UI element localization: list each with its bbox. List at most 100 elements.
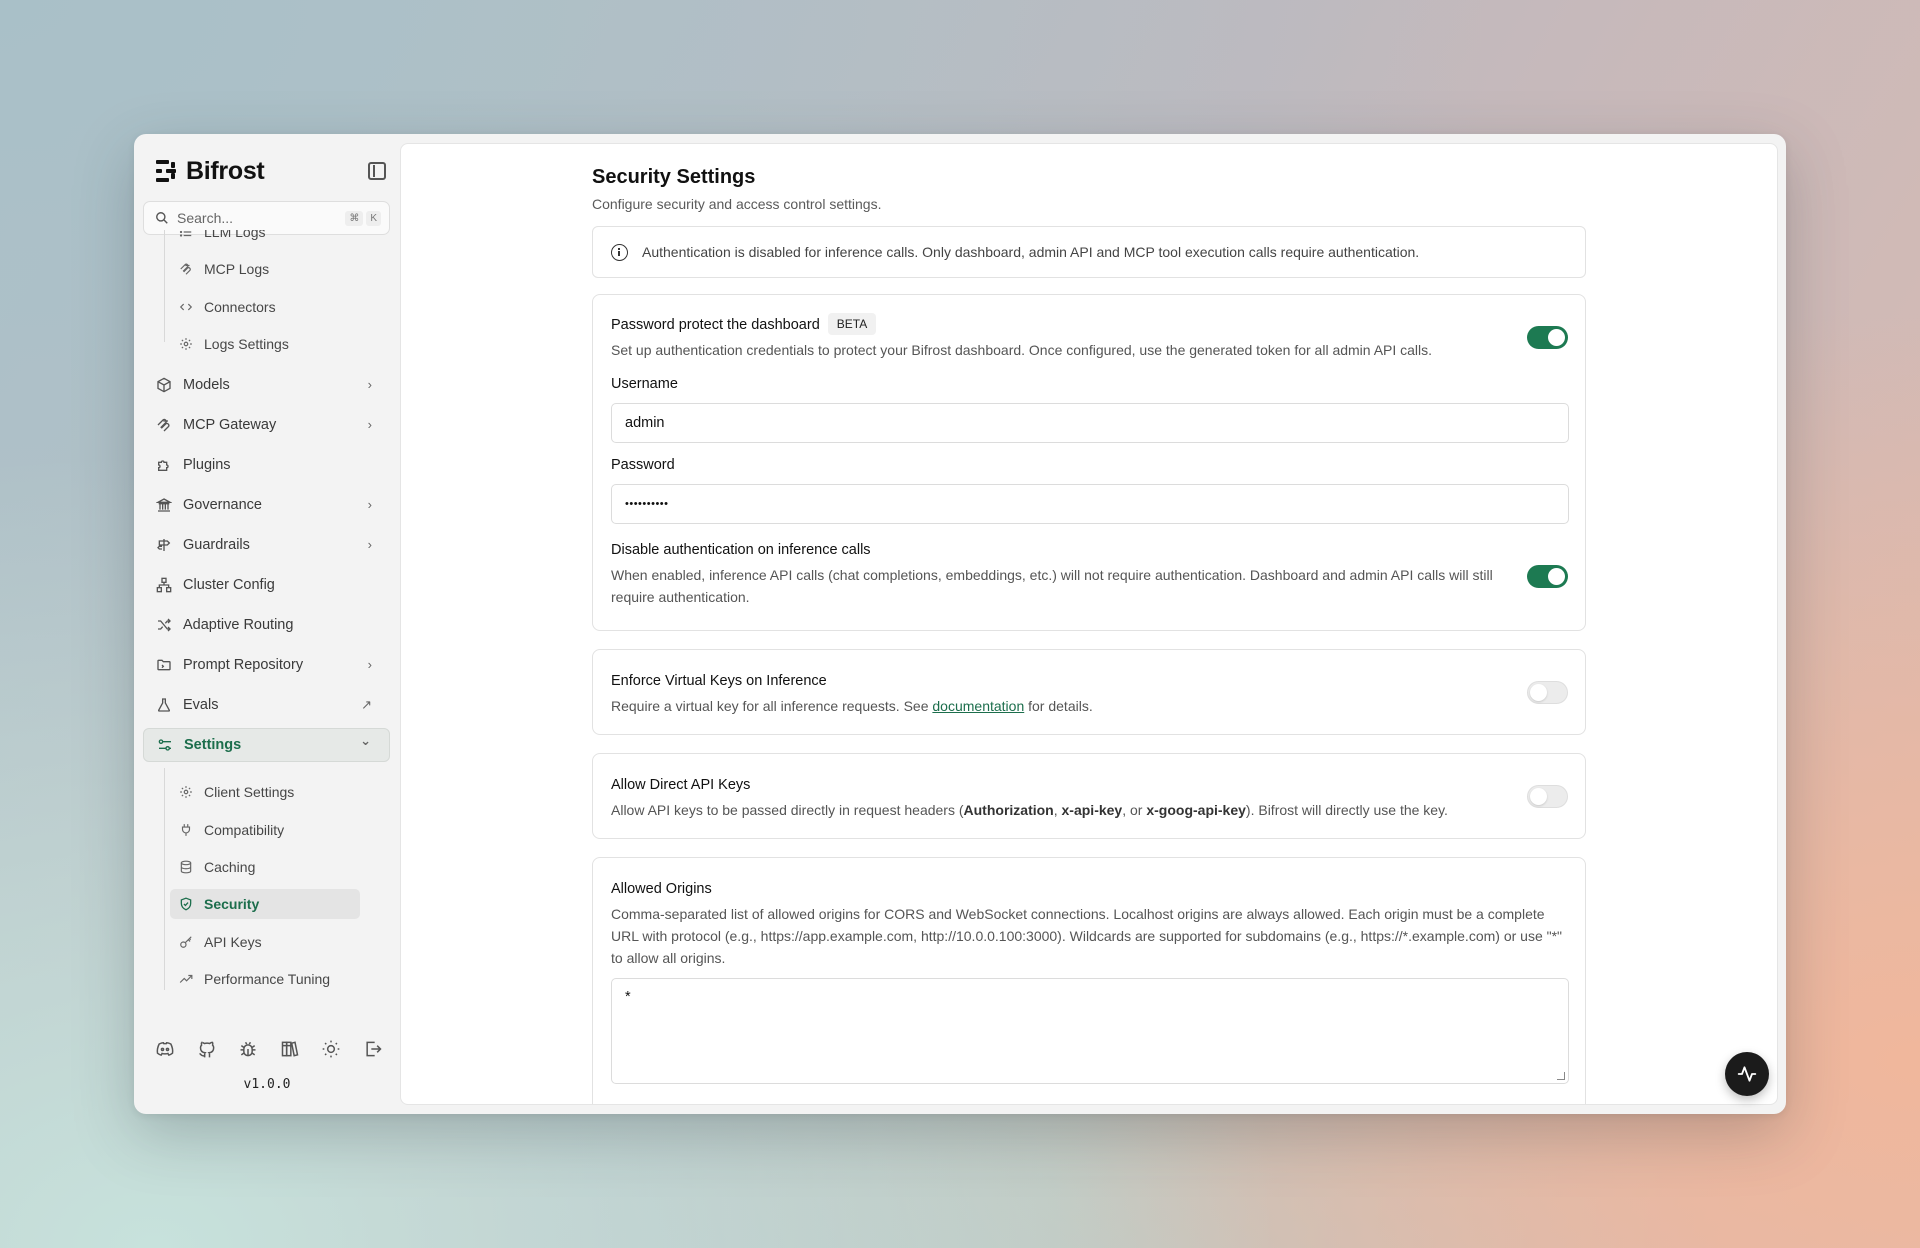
sidebar-item-plugins[interactable]: Plugins — [143, 449, 390, 481]
shortcut-key: K — [366, 210, 381, 226]
header-name: Authorization — [963, 802, 1054, 818]
sidebar-item-label: Evals — [183, 697, 219, 713]
username-field[interactable]: admin — [611, 403, 1569, 443]
code-arrows-icon — [178, 299, 194, 315]
database-icon — [178, 859, 194, 875]
allowed-origins-card: Allowed Origins Comma-separated list of … — [592, 857, 1586, 1104]
card-title: Password protect the dashboard — [611, 317, 820, 333]
sidebar-collapse-icon[interactable] — [368, 162, 386, 180]
sidebar-item-settings[interactable]: Settings ⌄ — [143, 728, 390, 762]
password-protect-toggle[interactable] — [1527, 326, 1568, 349]
allow-direct-api-keys-title: Allow Direct API Keys — [611, 777, 751, 793]
desc-text: Allow API keys to be passed directly in … — [611, 802, 964, 818]
allowed-origins-title: Allowed Origins — [611, 881, 712, 897]
password-protect-description: Set up authentication credentials to pro… — [611, 342, 1433, 358]
desc-text: Require a virtual key for all inference … — [611, 698, 933, 714]
github-icon[interactable] — [196, 1038, 218, 1060]
sidebar-item-mcp-gateway[interactable]: MCP Gateway › — [143, 409, 390, 441]
sidebar-item-mcp-logs[interactable]: MCP Logs — [170, 254, 360, 284]
sidebar-item-client-settings[interactable]: Client Settings — [170, 777, 360, 807]
sidebar-item-label: MCP Gateway — [183, 417, 277, 433]
list-icon — [178, 230, 194, 240]
page-title: Security Settings — [592, 166, 756, 188]
desc-text: , or — [1122, 802, 1147, 818]
gear-icon — [178, 336, 194, 352]
enforce-virtual-keys-card: Enforce Virtual Keys on Inference Requir… — [592, 649, 1586, 735]
sidebar-item-label: Prompt Repository — [183, 657, 304, 673]
activity-fab-button[interactable] — [1725, 1052, 1769, 1096]
enforce-virtual-keys-toggle[interactable] — [1527, 681, 1568, 704]
header-name: x-goog-api-key — [1146, 802, 1246, 818]
logo[interactable]: Bifrost — [156, 154, 386, 188]
sidebar-item-label: Connectors — [204, 299, 276, 315]
external-link-icon: ↗ — [361, 697, 372, 712]
password-field[interactable]: •••••••••• — [611, 484, 1569, 524]
sidebar-item-performance-tuning[interactable]: Performance Tuning — [170, 964, 360, 990]
sidebar-item-prompt-repository[interactable]: Prompt Repository › — [143, 649, 390, 681]
books-icon[interactable] — [279, 1038, 301, 1060]
sidebar-item-label: Guardrails — [183, 537, 250, 553]
sidebar-item-adaptive-routing[interactable]: Adaptive Routing — [143, 609, 390, 641]
logout-icon[interactable] — [362, 1038, 384, 1060]
sidebar-item-label: Cluster Config — [183, 577, 275, 593]
desc-text: , — [1053, 802, 1062, 818]
landmark-icon — [155, 496, 173, 514]
allowed-origins-value: * — [625, 989, 631, 1005]
allowed-origins-textarea[interactable]: * — [611, 978, 1569, 1084]
sun-icon[interactable] — [320, 1038, 342, 1060]
folder-icon — [155, 656, 173, 674]
plug-icon — [178, 822, 194, 838]
header-name: x-api-key — [1061, 802, 1123, 818]
sidebar-item-label: Performance Tuning — [204, 971, 331, 987]
main-content: Security Settings Configure security and… — [400, 143, 1778, 1105]
documentation-link[interactable]: documentation — [932, 698, 1024, 714]
sidebar-item-connectors[interactable]: Connectors — [170, 292, 360, 322]
sidebar-item-label: Settings — [184, 737, 242, 753]
page-subtitle: Configure security and access control se… — [592, 196, 882, 212]
chevron-down-icon: ⌄ — [360, 733, 371, 748]
shortcut-mod: ⌘ — [345, 210, 364, 226]
chevron-right-icon: › — [367, 537, 372, 552]
alert-text: Authentication is disabled for inference… — [642, 244, 1420, 260]
sidebar-item-evals[interactable]: Evals ↗ — [143, 689, 390, 721]
search-placeholder: Search... — [177, 210, 234, 226]
sidebar-item-models[interactable]: Models › — [143, 369, 390, 401]
username-label: Username — [611, 376, 678, 392]
sidebar-item-governance[interactable]: Governance › — [143, 489, 390, 521]
chevron-right-icon: › — [367, 377, 372, 392]
signpost-icon — [155, 536, 173, 554]
sidebar-item-label: Compatibility — [204, 822, 285, 838]
sidebar-item-label: Governance — [183, 497, 262, 513]
sidebar-item-label: LLM Logs — [204, 230, 266, 240]
allow-direct-api-keys-card: Allow Direct API Keys Allow API keys to … — [592, 753, 1586, 839]
sidebar-item-compatibility[interactable]: Compatibility — [170, 815, 360, 845]
app-name: Bifrost — [186, 156, 265, 185]
sidebar-item-logs-settings[interactable]: Logs Settings — [170, 329, 360, 359]
desc-text: ). Bifrost will directly use the key. — [1245, 802, 1448, 818]
password-value: •••••••••• — [625, 498, 669, 510]
sidebar-item-caching[interactable]: Caching — [170, 852, 360, 882]
sidebar-item-security[interactable]: Security — [170, 889, 360, 919]
password-protect-title: Password protect the dashboard BETA — [611, 313, 877, 335]
allowed-origins-description: Comma-separated list of allowed origins … — [611, 906, 1563, 966]
sidebar-item-cluster-config[interactable]: Cluster Config — [143, 569, 390, 601]
search-icon — [156, 212, 168, 224]
mcp-icon — [155, 416, 173, 434]
bug-icon[interactable] — [237, 1038, 259, 1060]
chevron-right-icon: › — [367, 417, 372, 432]
sidebar-nav: LLM Logs MCP Logs Connectors Logs Settin… — [134, 230, 400, 990]
resize-handle-icon[interactable] — [1557, 1072, 1565, 1080]
gear-icon — [178, 784, 194, 800]
trending-icon — [178, 971, 194, 987]
allow-direct-api-keys-description: Allow API keys to be passed directly in … — [611, 799, 1448, 821]
sidebar-item-api-keys[interactable]: API Keys — [170, 927, 360, 957]
discord-icon[interactable] — [154, 1038, 176, 1060]
disable-auth-toggle[interactable] — [1527, 565, 1568, 588]
allow-direct-api-keys-toggle[interactable] — [1527, 785, 1568, 808]
app-window: Bifrost Search... ⌘ K LLM Logs MCP Logs … — [134, 134, 1786, 1114]
sidebar-item-llm-logs[interactable]: LLM Logs — [170, 230, 360, 247]
sidebar-footer — [154, 1038, 384, 1062]
sidebar-item-label: Client Settings — [204, 784, 295, 800]
sidebar-item-guardrails[interactable]: Guardrails › — [143, 529, 390, 561]
bifrost-logo-icon — [156, 159, 178, 183]
